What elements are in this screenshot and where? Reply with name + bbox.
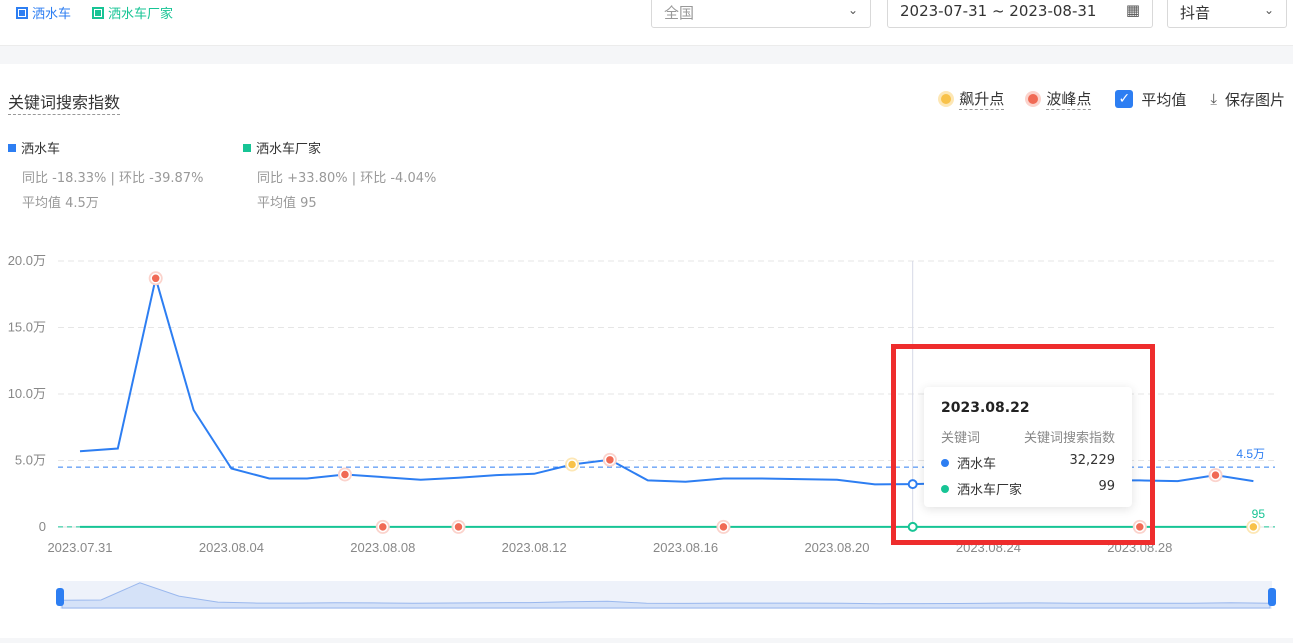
y-tick-label: 20.0万: [8, 253, 46, 268]
peak-point: [377, 521, 389, 533]
slider-right-handle: [1268, 588, 1276, 606]
peak-point: [453, 521, 464, 533]
peak-point: [150, 273, 161, 284]
slider-left-handle: [56, 588, 64, 606]
x-tick-label: 2023.07.31: [47, 540, 112, 555]
rise-point: [1248, 521, 1259, 533]
y-tick-label: 5.0万: [15, 453, 46, 468]
x-tick-label: 2023.08.20: [804, 540, 869, 555]
x-tick-label: 2023.08.16: [653, 540, 718, 555]
y-tick-label: 0: [39, 519, 46, 534]
peak-point: [339, 469, 351, 480]
average-label: 95: [1252, 507, 1266, 521]
peak-point: [604, 454, 616, 466]
average-label: 4.5万: [1236, 447, 1265, 461]
y-tick-label: 15.0万: [8, 320, 46, 335]
y-tick-label: 10.0万: [8, 386, 46, 401]
peak-point: [1210, 469, 1221, 481]
line-chart[interactable]: 0 5.0万 10.0万 15.0万 20.0万 2023.07.31 2023.08.04…: [0, 0, 1293, 643]
x-tick-label: 2023.08.08: [350, 540, 415, 555]
peak-point: [718, 521, 729, 533]
x-tick-label: 2023.08.04: [199, 540, 264, 555]
highlight-box: [891, 344, 1155, 545]
x-tick-label: 2023.08.12: [502, 540, 567, 555]
rise-point: [566, 459, 578, 470]
